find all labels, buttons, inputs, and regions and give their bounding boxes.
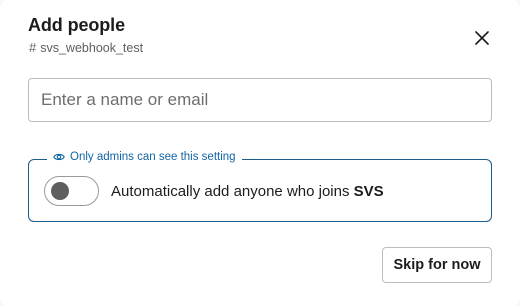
add-people-dialog: Add people # svs_webhook_test Only admin… <box>0 0 520 306</box>
skip-button[interactable]: Skip for now <box>382 247 492 283</box>
hash-icon: # <box>29 40 37 55</box>
channel-name: svs_webhook_test <box>40 40 144 55</box>
toggle-knob <box>51 182 69 200</box>
eye-icon <box>53 153 65 161</box>
close-icon <box>475 31 489 45</box>
channel-subtitle: # svs_webhook_test <box>29 40 143 55</box>
admin-notice-text: Only admins can see this setting <box>70 151 236 163</box>
search-input[interactable] <box>28 78 492 122</box>
auto-add-label-text: Automatically add anyone who joins <box>111 183 354 200</box>
auto-add-toggle[interactable] <box>44 176 99 206</box>
close-button[interactable] <box>466 22 498 54</box>
dialog-title: Add people <box>28 15 125 35</box>
workspace-name: SVS <box>353 183 384 200</box>
admin-notice: Only admins can see this setting <box>47 151 242 163</box>
auto-add-label: Automatically add anyone who joins SVS <box>111 183 384 200</box>
